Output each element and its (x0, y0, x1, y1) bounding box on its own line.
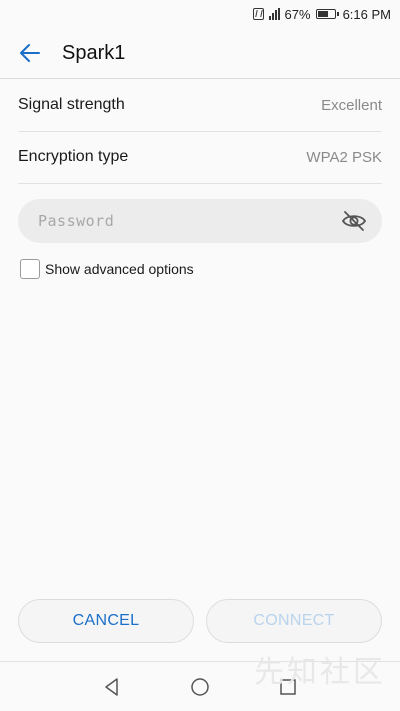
nfc-icon (252, 8, 264, 20)
signal-strength-row: Signal strength Excellent (18, 79, 382, 132)
signal-strength-value: Excellent (321, 96, 382, 114)
status-bar: 67% 6:16 PM (0, 0, 400, 28)
toggle-password-visibility-button[interactable] (340, 207, 368, 235)
page-title: Spark1 (62, 41, 126, 64)
signal-strength-label: Signal strength (18, 96, 125, 113)
encryption-type-value: WPA2 PSK (306, 148, 382, 166)
advanced-options-checkbox[interactable] (20, 259, 40, 279)
battery-percentage: 67% (284, 6, 311, 22)
nav-recents-icon (280, 678, 296, 695)
password-input[interactable] (36, 211, 340, 231)
nav-recents-button[interactable] (268, 667, 308, 707)
clock: 6:16 PM (342, 6, 391, 22)
cancel-button[interactable]: CANCEL (18, 599, 194, 643)
arrow-left-icon (20, 44, 40, 62)
show-advanced-options[interactable]: Show advanced options (20, 259, 194, 279)
nav-back-icon (105, 677, 118, 696)
nav-home-icon (191, 677, 209, 696)
navigation-bar (0, 661, 400, 711)
connect-button[interactable]: CONNECT (206, 599, 382, 643)
encryption-type-row: Encryption type WPA2 PSK (18, 131, 382, 184)
app-bar: Spark1 (0, 28, 400, 79)
advanced-options-label: Show advanced options (45, 261, 194, 277)
nav-back-button[interactable] (92, 667, 132, 707)
battery-icon (315, 9, 339, 19)
encryption-type-label: Encryption type (18, 148, 129, 165)
signal-icon (268, 8, 280, 20)
eye-off-icon (342, 211, 366, 231)
password-field (18, 199, 382, 243)
nav-home-button[interactable] (180, 667, 220, 707)
back-button[interactable] (16, 39, 44, 67)
